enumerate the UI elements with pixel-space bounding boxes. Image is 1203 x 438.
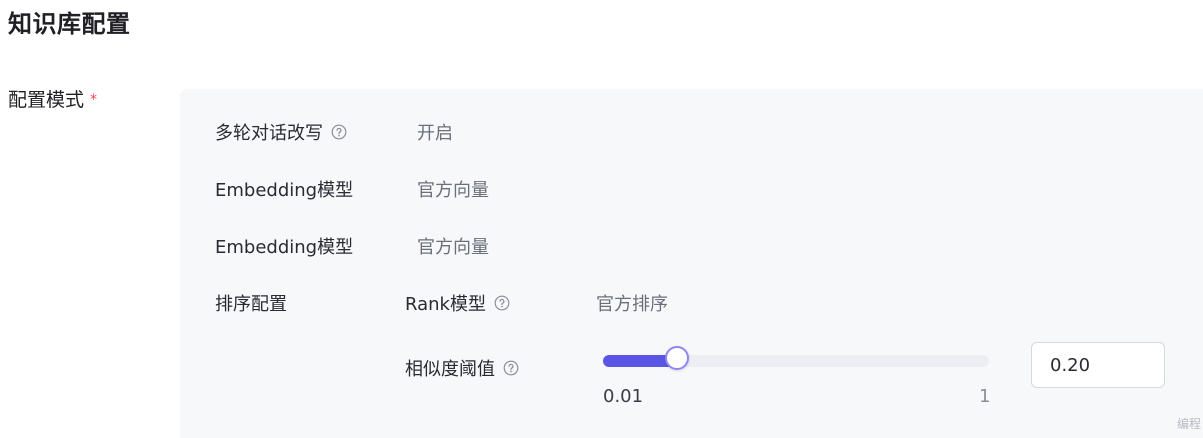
multi-turn-rewrite-label: 多轮对话改写 <box>215 119 347 145</box>
rank-model-label-text: Rank模型 <box>405 294 486 315</box>
question-circle-icon[interactable] <box>331 124 347 140</box>
question-circle-icon[interactable] <box>494 295 510 311</box>
watermark: 编程 <box>1176 417 1201 431</box>
rank-model-value: 官方排序 <box>596 294 668 315</box>
rank-config-label: 排序配置 <box>215 290 287 316</box>
similarity-threshold-label: 相似度阈值 <box>405 355 519 381</box>
similarity-threshold-label-text: 相似度阈值 <box>405 359 495 380</box>
multi-turn-rewrite-label-text: 多轮对话改写 <box>215 123 323 144</box>
rank-config-label-text: 排序配置 <box>215 294 287 315</box>
page-title: 知识库配置 <box>8 10 131 38</box>
knowledge-base-config-page: 知识库配置 配置模式 * 多轮对话改写 开启 Embedding模型 官方向量 E… <box>0 0 1203 438</box>
embedding-model-label-text: Embedding模型 <box>215 180 354 201</box>
required-asterisk: * <box>90 92 98 108</box>
similarity-threshold-slider[interactable] <box>603 346 989 370</box>
slider-max-label: 1 <box>979 386 991 407</box>
config-mode-label: 配置模式 * <box>8 85 97 112</box>
multi-turn-rewrite-value: 开启 <box>417 123 453 144</box>
rank-model-label: Rank模型 <box>405 290 510 316</box>
embedding-model-label-text-2: Embedding模型 <box>215 237 354 258</box>
slider-handle[interactable] <box>665 346 690 370</box>
similarity-threshold-input[interactable] <box>1031 342 1165 388</box>
config-mode-label-text: 配置模式 <box>8 89 85 111</box>
embedding-model-label: Embedding模型 <box>215 176 353 202</box>
question-circle-icon[interactable] <box>503 360 519 376</box>
embedding-model-value-2: 官方向量 <box>417 237 489 258</box>
embedding-model-value: 官方向量 <box>417 180 489 201</box>
embedding-model-label-2: Embedding模型 <box>215 233 353 259</box>
slider-min-label: 0.01 <box>603 386 644 407</box>
